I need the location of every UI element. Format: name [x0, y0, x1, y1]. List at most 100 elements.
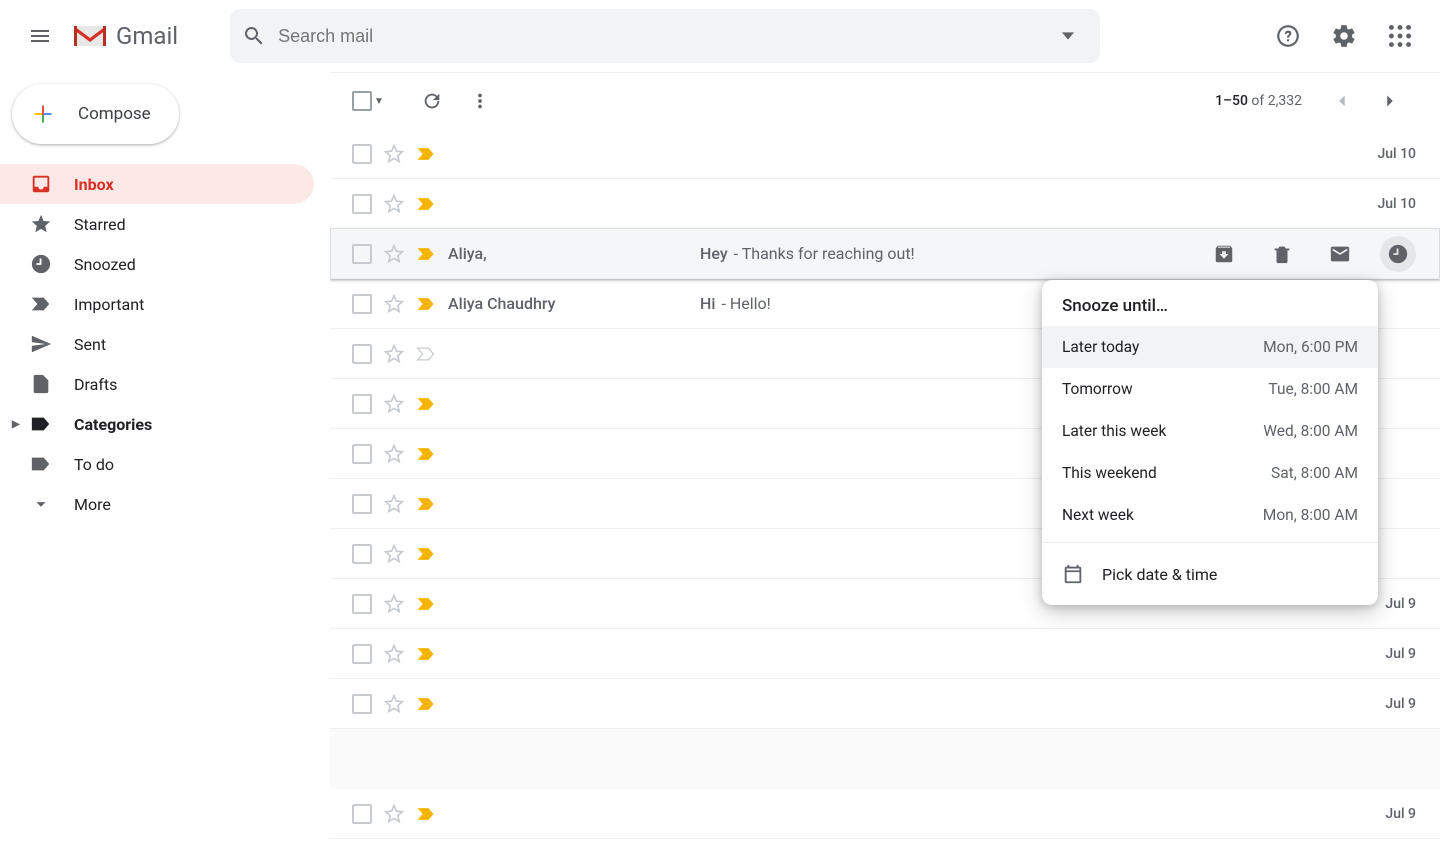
star-outline-icon[interactable]: [384, 544, 404, 564]
important-marker-icon[interactable]: [416, 646, 436, 662]
mail-toolbar: ▼ 1–50 of 2,332: [330, 73, 1440, 129]
sidebar-item-label: Important: [74, 295, 144, 314]
important-marker-icon[interactable]: [416, 596, 436, 612]
sidebar-item-snoozed[interactable]: Snoozed: [0, 244, 314, 284]
star-outline-icon[interactable]: [384, 394, 404, 414]
star-outline-icon[interactable]: [384, 694, 404, 714]
support-button[interactable]: [1264, 12, 1312, 60]
row-checkbox[interactable]: [352, 344, 372, 364]
snooze-option-time: Wed, 8:00 AM: [1263, 422, 1358, 440]
sidebar-item-starred[interactable]: Starred: [0, 204, 314, 244]
star-outline-icon[interactable]: [384, 194, 404, 214]
prev-page-button[interactable]: [1320, 79, 1364, 123]
select-all-checkbox[interactable]: ▼: [352, 91, 384, 111]
settings-button[interactable]: [1320, 12, 1368, 60]
snooze-option-label: This weekend: [1062, 464, 1157, 482]
row-checkbox[interactable]: [352, 244, 372, 264]
important-marker-icon[interactable]: [416, 546, 436, 562]
caret-down-icon: ▼: [374, 96, 384, 107]
mail-icon: [1329, 243, 1351, 265]
more-actions-button[interactable]: [458, 79, 502, 123]
sidebar-item-important[interactable]: Important: [0, 284, 314, 324]
chevron-left-icon: [1331, 90, 1353, 112]
star-outline-icon[interactable]: [384, 644, 404, 664]
row-checkbox[interactable]: [352, 444, 372, 464]
star-outline-icon[interactable]: [384, 804, 404, 824]
snooze-option[interactable]: TomorrowTue, 8:00 AM: [1042, 368, 1378, 410]
row-checkbox[interactable]: [352, 644, 372, 664]
archive-button[interactable]: [1206, 236, 1242, 272]
compose-button[interactable]: Compose: [12, 84, 179, 144]
important-marker-icon[interactable]: [416, 496, 436, 512]
mail-row[interactable]: Aliya, Hey - Thanks for reaching out!: [330, 229, 1440, 279]
important-marker-icon[interactable]: [416, 446, 436, 462]
mail-row[interactable]: Jul 9: [330, 789, 1440, 839]
sidebar-item-sent[interactable]: Sent: [0, 324, 314, 364]
star-outline-icon[interactable]: [384, 144, 404, 164]
snooze-pick-date-time[interactable]: Pick date & time: [1042, 549, 1378, 599]
mail-row[interactable]: Jul 9: [330, 679, 1440, 729]
star-outline-icon[interactable]: [384, 294, 404, 314]
important-marker-icon[interactable]: [416, 696, 436, 712]
snooze-option[interactable]: Later todayMon, 6:00 PM: [1042, 326, 1378, 368]
mark-unread-button[interactable]: [1322, 236, 1358, 272]
clock-icon: [30, 253, 52, 275]
row-checkbox[interactable]: [352, 394, 372, 414]
mail-sender: Aliya,: [448, 244, 688, 263]
mail-subject-preview: Hey - Thanks for reaching out!: [700, 244, 1194, 263]
snooze-option[interactable]: Later this weekWed, 8:00 AM: [1042, 410, 1378, 452]
gear-icon: [1331, 23, 1357, 49]
search-input[interactable]: [278, 9, 1036, 63]
refresh-button[interactable]: [410, 79, 454, 123]
snooze-option[interactable]: Next weekMon, 8:00 AM: [1042, 494, 1378, 536]
label-icon: [30, 413, 52, 435]
app-logo[interactable]: Gmail: [72, 22, 178, 50]
sidebar-item-todo[interactable]: To do: [0, 444, 314, 484]
row-checkbox[interactable]: [352, 544, 372, 564]
google-apps-button[interactable]: [1376, 12, 1424, 60]
sidebar-item-more[interactable]: More: [0, 484, 314, 524]
important-marker-icon[interactable]: [416, 196, 436, 212]
next-page-button[interactable]: [1368, 79, 1412, 123]
sidebar-item-drafts[interactable]: Drafts: [0, 364, 314, 404]
sidebar-item-categories[interactable]: ▶ Categories: [0, 404, 314, 444]
important-marker-icon[interactable]: [416, 806, 436, 822]
compose-label: Compose: [78, 104, 151, 124]
snooze-option-time: Sat, 8:00 AM: [1271, 464, 1358, 482]
row-checkbox[interactable]: [352, 804, 372, 824]
mail-row[interactable]: Jul 9: [330, 629, 1440, 679]
chevron-down-icon: [30, 493, 52, 515]
search-bar[interactable]: [230, 9, 1100, 63]
star-outline-icon[interactable]: [384, 494, 404, 514]
main-menu-button[interactable]: [16, 12, 64, 60]
important-marker-icon[interactable]: [416, 396, 436, 412]
important-marker-icon[interactable]: [416, 146, 436, 162]
inbox-icon: [30, 173, 52, 195]
row-checkbox[interactable]: [352, 494, 372, 514]
row-checkbox[interactable]: [352, 294, 372, 314]
star-outline-icon[interactable]: [384, 594, 404, 614]
row-checkbox[interactable]: [352, 144, 372, 164]
mail-row[interactable]: Jul 10: [330, 179, 1440, 229]
important-marker-icon[interactable]: [416, 246, 436, 262]
search-options-button[interactable]: [1048, 16, 1088, 56]
snooze-option-label: Next week: [1062, 506, 1134, 524]
star-outline-icon[interactable]: [384, 444, 404, 464]
star-outline-icon[interactable]: [384, 344, 404, 364]
sidebar-item-label: Categories: [74, 415, 152, 434]
mail-row[interactable]: Jul 10: [330, 129, 1440, 179]
important-marker-icon[interactable]: [416, 296, 436, 312]
star-icon: [30, 213, 52, 235]
pagination-label: 1–50 of 2,332: [1215, 93, 1302, 109]
snooze-option-time: Mon, 6:00 PM: [1263, 338, 1358, 356]
row-checkbox[interactable]: [352, 194, 372, 214]
star-outline-icon[interactable]: [384, 244, 404, 264]
app-header: Gmail: [0, 0, 1440, 72]
row-checkbox[interactable]: [352, 594, 372, 614]
sidebar-item-inbox[interactable]: Inbox: [0, 164, 314, 204]
important-marker-icon[interactable]: [416, 346, 436, 362]
snooze-button[interactable]: [1380, 236, 1416, 272]
row-checkbox[interactable]: [352, 694, 372, 714]
snooze-option[interactable]: This weekend Sat, 8:00 AM: [1042, 452, 1378, 494]
delete-button[interactable]: [1264, 236, 1300, 272]
